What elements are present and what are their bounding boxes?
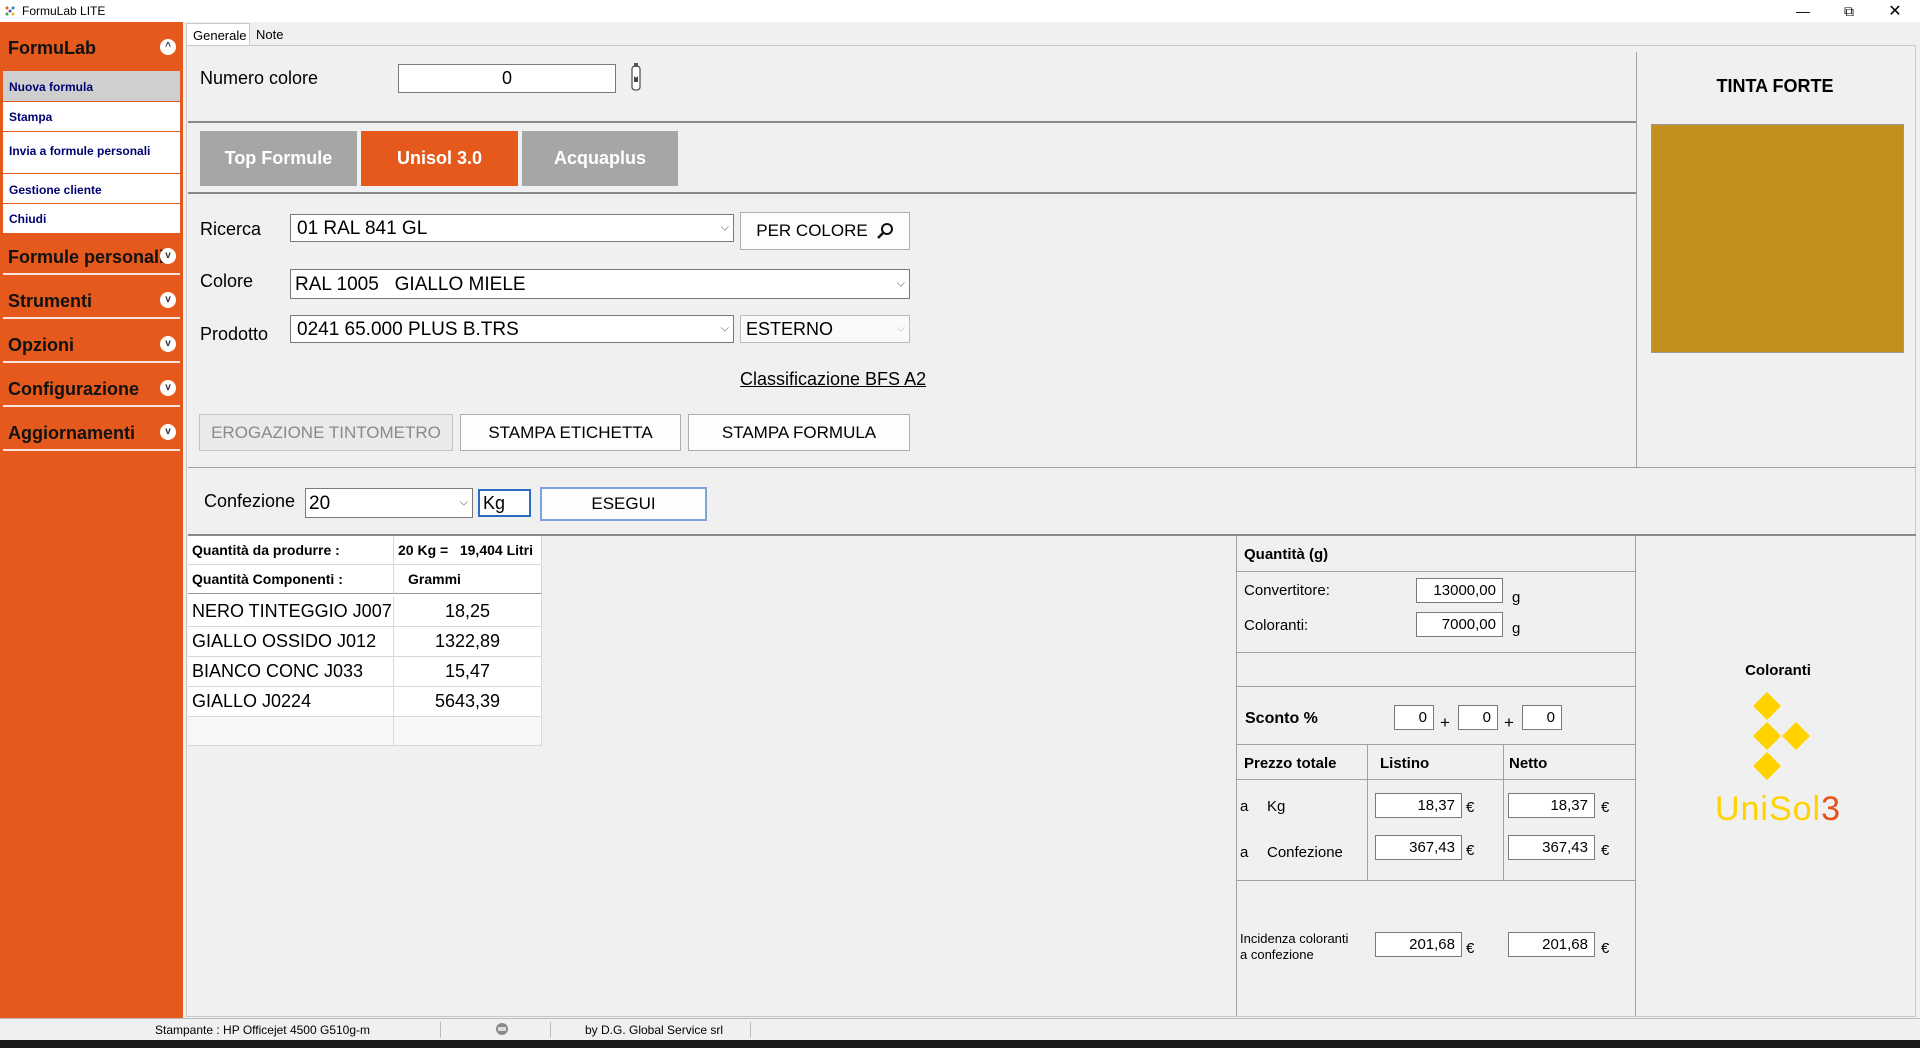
table-row-empty: [188, 717, 394, 746]
quantita-produrre-label: Quantità da produrre :: [188, 536, 394, 565]
chevron-down-icon: ⌵: [720, 322, 729, 335]
colore-select[interactable]: RAL 1005 GIALLO MIELE ⌵: [290, 269, 910, 299]
numero-colore-label: Numero colore: [200, 68, 319, 88]
stampa-formula-button[interactable]: STAMPA FORMULA: [688, 414, 910, 451]
title-bar: FormuLab LITE — ⧉ ✕: [0, 0, 1920, 22]
grammi-header: Grammi: [394, 565, 542, 594]
sidebar-item-gestione-cliente[interactable]: Gestione cliente: [3, 174, 180, 204]
ricerca-select[interactable]: 01 RAL 841 GL ⌵: [290, 214, 734, 242]
app-icon: [5, 6, 15, 16]
chevron-down-icon: ⌵: [720, 221, 729, 234]
table-row-name: NERO TINTEGGIO J007: [188, 597, 394, 627]
netto-kg-value: 18,37: [1508, 793, 1595, 818]
netto-confezione-value: 367,43: [1508, 835, 1595, 860]
table-row-name: BIANCO CONC J033: [188, 657, 394, 687]
ricerca-label: Ricerca: [200, 219, 262, 239]
tab-note[interactable]: Note: [250, 23, 290, 45]
unisol-logo-text: UniSol3: [1714, 790, 1842, 828]
classificazione-label: Classificazione BFS A2: [740, 369, 927, 389]
table-row-value: 1322,89: [394, 627, 542, 657]
restore-icon[interactable]: ⧉: [1826, 0, 1872, 22]
convertitore-label: Convertitore:: [1244, 582, 1330, 599]
convertitore-value: 13000,00: [1416, 578, 1503, 603]
chevron-down-icon[interactable]: v: [160, 336, 176, 352]
incidenza-listino-value: 201,68: [1375, 932, 1462, 957]
search-icon: [876, 223, 893, 239]
sidebar-item-stampa[interactable]: Stampa: [3, 102, 180, 132]
catalog-tab-unisol[interactable]: Unisol 3.0: [361, 131, 518, 186]
uso-select[interactable]: ESTERNO ⌵: [740, 315, 910, 343]
listino-confezione-value: 367,43: [1375, 835, 1462, 860]
confezione-label: Confezione: [204, 491, 296, 511]
unisol-logo-icon: [1753, 692, 1810, 780]
sidebar-section-formule-personali[interactable]: Formule personali v: [3, 235, 180, 275]
sidebar-item-invia-formule[interactable]: Invia a formule personali: [3, 132, 180, 174]
chevron-down-icon[interactable]: v: [160, 292, 176, 308]
tab-generale[interactable]: Generale: [186, 23, 250, 45]
chevron-down-icon[interactable]: v: [160, 424, 176, 440]
netto-label: Netto: [1509, 755, 1548, 772]
catalog-tab-acquaplus[interactable]: Acquaplus: [522, 131, 678, 186]
os-taskbar: [0, 1040, 1920, 1048]
chevron-up-icon[interactable]: ^: [160, 39, 176, 55]
kg-label: Kg: [1267, 798, 1286, 815]
tinta-forte-title: TINTA FORTE: [1716, 76, 1834, 96]
printer-status: Stampante : HP Officejet 4500 G510g-m: [155, 1023, 371, 1037]
quantita-title: Quantità (g): [1244, 546, 1329, 563]
sconto-input-2[interactable]: 0: [1458, 705, 1498, 730]
table-row-name: GIALLO J0224: [188, 687, 394, 717]
chevron-down-icon: ⌵: [459, 496, 468, 509]
printer-icon: [496, 1023, 508, 1035]
incidenza-netto-value: 201,68: [1508, 932, 1595, 957]
sconto-label: Sconto %: [1245, 710, 1318, 727]
table-row-value: 5643,39: [394, 687, 542, 717]
coloranti-brand-label: Coloranti: [1745, 662, 1811, 679]
chevron-down-icon: ⌵: [896, 277, 905, 290]
colore-label: Colore: [200, 271, 254, 291]
credits-text: by D.G. Global Service srl: [585, 1023, 724, 1037]
stampa-etichetta-button[interactable]: STAMPA ETICHETTA: [460, 414, 681, 451]
sconto-input-1[interactable]: 0: [1394, 705, 1434, 730]
coloranti-label: Coloranti:: [1244, 617, 1309, 634]
sidebar-item-chiudi[interactable]: Chiudi: [3, 204, 180, 234]
confezione-price-label: Confezione: [1267, 844, 1343, 861]
sconto-input-3[interactable]: 0: [1522, 705, 1562, 730]
listino-kg-value: 18,37: [1375, 793, 1462, 818]
erogazione-tintometro-button[interactable]: EROGAZIONE TINTOMETRO: [199, 414, 453, 451]
prezzo-totale-label: Prezzo totale: [1244, 755, 1337, 772]
prodotto-label: Prodotto: [200, 324, 269, 344]
listino-label: Listino: [1380, 755, 1430, 772]
chevron-down-icon[interactable]: v: [160, 380, 176, 396]
table-row-value: 18,25: [394, 597, 542, 627]
chevron-down-icon: ⌵: [896, 322, 905, 335]
quantita-produrre-value: 20 Kg = 19,404 Litri: [394, 536, 542, 565]
minimize-icon[interactable]: —: [1780, 0, 1826, 22]
componenti-header: Quantità Componenti :: [188, 565, 394, 594]
close-icon[interactable]: ✕: [1872, 0, 1918, 22]
confezione-select[interactable]: 20 ⌵: [305, 488, 473, 518]
sidebar-section-formulab[interactable]: FormuLab ^: [3, 26, 180, 66]
prodotto-select[interactable]: 0241 65.000 PLUS B.TRS ⌵: [290, 315, 734, 343]
numero-colore-input[interactable]: 0: [398, 64, 616, 93]
sidebar-section-strumenti[interactable]: Strumenti v: [3, 279, 180, 319]
sidebar-section-aggiornamenti[interactable]: Aggiornamenti v: [3, 411, 180, 451]
per-colore-button[interactable]: PER COLORE: [740, 212, 910, 250]
window-title: FormuLab LITE: [22, 4, 106, 18]
status-bar: Stampante : HP Officejet 4500 G510g-m by…: [0, 1018, 1920, 1040]
coloranti-value: 7000,00: [1416, 612, 1503, 637]
esegui-button[interactable]: ESEGUI: [540, 487, 707, 521]
paint-tube-icon[interactable]: [629, 62, 643, 94]
sidebar-item-nuova-formula[interactable]: Nuova formula: [3, 71, 180, 102]
sidebar: FormuLab ^ Nuova formula Stampa Invia a …: [0, 22, 183, 1018]
color-swatch: [1651, 124, 1904, 353]
incidenza-label: Incidenza coloranti a confezione: [1240, 931, 1349, 962]
chevron-down-icon[interactable]: v: [160, 248, 176, 264]
table-row-value: 15,47: [394, 657, 542, 687]
catalog-tab-top-formule[interactable]: Top Formule: [200, 131, 357, 186]
table-row-empty: [394, 717, 542, 746]
sidebar-section-configurazione[interactable]: Configurazione v: [3, 367, 180, 407]
table-row-name: GIALLO OSSIDO J012: [188, 627, 394, 657]
sidebar-section-opzioni[interactable]: Opzioni v: [3, 323, 180, 363]
unit-input[interactable]: Kg: [478, 489, 531, 517]
